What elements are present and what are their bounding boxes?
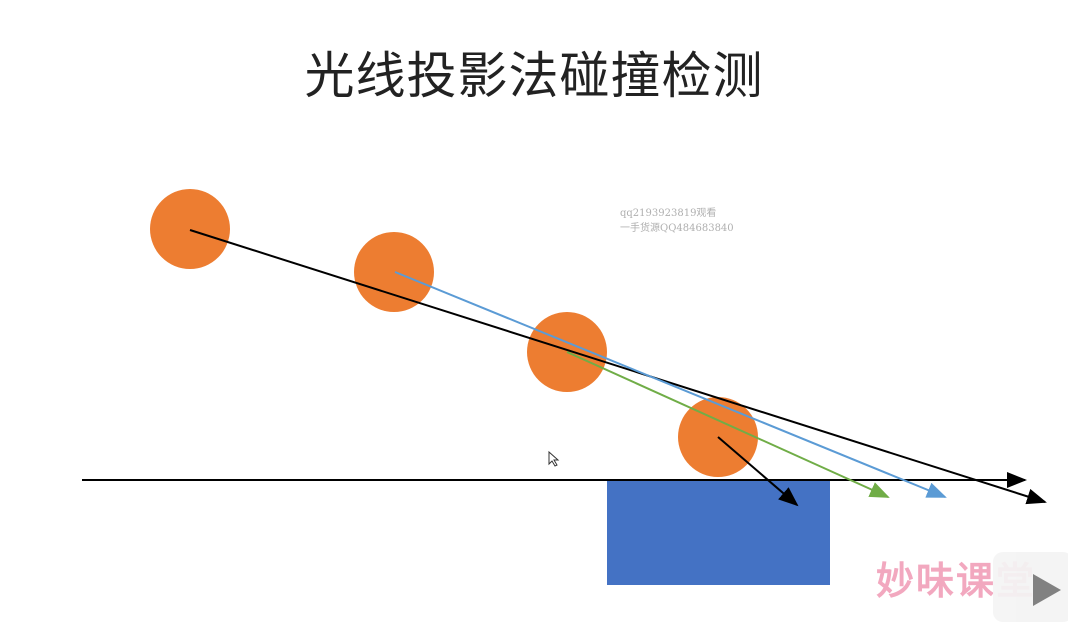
ball-1 (150, 189, 230, 269)
obstacle-block (607, 480, 830, 585)
ray-blue (394, 271, 947, 498)
watermark-line-1: qq2193923819观看 (620, 208, 717, 219)
diagram (82, 189, 1047, 585)
ray-black (189, 229, 1047, 505)
play-icon[interactable] (993, 552, 1068, 622)
ball-2 (354, 232, 434, 312)
watermark: qq2193923819观看 一手货源QQ484683840 (620, 206, 734, 236)
watermark-line-2: 一手货源QQ484683840 (620, 223, 734, 234)
mouse-cursor-icon (548, 450, 560, 467)
